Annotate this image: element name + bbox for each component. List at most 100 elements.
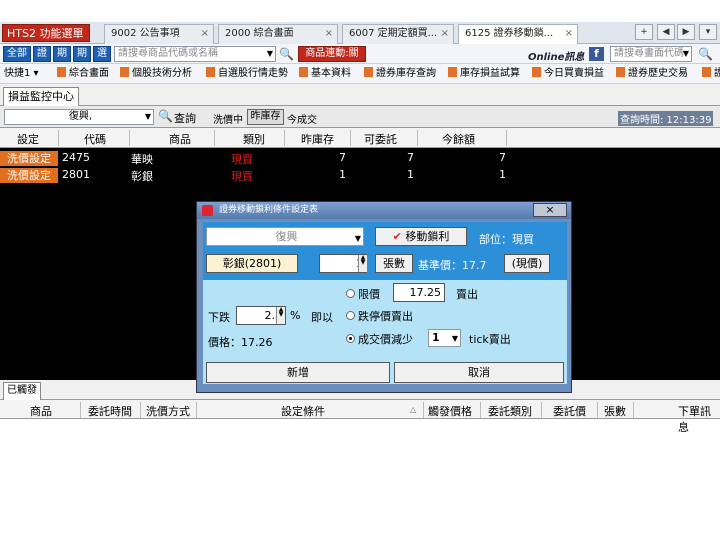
col-header: 張數: [604, 405, 626, 418]
quick-link[interactable]: 基本資料: [299, 67, 351, 81]
account-value: 復興,: [68, 111, 93, 122]
window-controls: + ◀ ▶ ▾: [625, 24, 720, 42]
tab-6125[interactable]: 6125 證券移動鎖... ×: [458, 24, 578, 44]
quick-link[interactable]: 證券庫存查詢: [364, 67, 436, 81]
col-header: 可委託: [364, 133, 397, 146]
quick-link[interactable]: 庫存損益試算: [448, 67, 520, 81]
chevron-down-icon[interactable]: ▼: [355, 230, 361, 245]
close-icon[interactable]: ×: [533, 203, 567, 217]
label: 證券歷史交易: [628, 68, 688, 79]
col-header: 商品: [30, 405, 52, 418]
current-price-button[interactable]: (現價): [504, 254, 550, 273]
col-header: 代碼: [84, 133, 106, 146]
limit-price-radio[interactable]: [346, 289, 355, 298]
tab-triggered[interactable]: 已觸發: [3, 382, 41, 400]
flag-icon: [299, 67, 308, 77]
product-link-button[interactable]: 商品連動:關: [298, 46, 366, 62]
col-header: 設定: [17, 133, 39, 146]
chevron-down-icon[interactable]: ▼: [267, 47, 273, 61]
label: 快捷1: [4, 68, 31, 79]
scroll-right-icon[interactable]: ▶: [677, 24, 695, 40]
futures-button[interactable]: 期: [53, 46, 71, 62]
tab-2000[interactable]: 2000 綜合畫面 ×: [218, 24, 338, 44]
tick-value: 1: [432, 331, 440, 344]
cancel-button[interactable]: 取消: [394, 362, 564, 383]
online-message-label[interactable]: Online訊息: [528, 48, 584, 63]
chevron-down-icon[interactable]: ▼: [452, 331, 458, 346]
close-icon[interactable]: ×: [565, 25, 573, 43]
product-search-input[interactable]: 請搜尋商品代碼或名稱 ▼: [114, 46, 276, 62]
col-header: 委託時間: [88, 405, 132, 418]
flag-icon: [206, 67, 215, 77]
col-divider: [129, 130, 130, 146]
tick-sell-label: tick賣出: [469, 333, 511, 346]
quick-link[interactable]: 證券歷史交易: [616, 67, 688, 81]
table-row[interactable]: 洗價設定 2801 彰銀 現買 1 1 1: [0, 167, 720, 184]
col-divider: [480, 402, 481, 418]
quick-link-bar: 快捷1 ▾ 綜合畫面 個股技術分析 自選股行情走勢 基本資料 證券庫存查詢 庫存…: [0, 64, 720, 84]
col-divider: [597, 402, 598, 418]
move-lock-profit-button[interactable]: ✔ 移動鎖利: [375, 227, 467, 246]
scroll-left-icon[interactable]: ◀: [657, 24, 675, 40]
col-divider: [417, 130, 418, 146]
label: 基本資料: [311, 68, 351, 79]
table-row[interactable]: 洗價設定 2475 華映 現買 7 7 7: [0, 150, 720, 167]
close-icon[interactable]: ×: [201, 25, 209, 43]
screen-search-input[interactable]: 請搜尋畫面代碼 ▼: [610, 46, 692, 62]
main-toolbar: 全部 證 期 期 選 請搜尋商品代碼或名稱 ▼ 🔍 商品連動:關 Online訊息…: [0, 44, 720, 64]
tab-6007[interactable]: 6007 定期定額買... ×: [342, 24, 454, 44]
stepper-arrows-icon[interactable]: ▲ ▼: [358, 255, 367, 272]
facebook-icon[interactable]: f: [589, 47, 604, 61]
search-icon[interactable]: 🔍: [698, 47, 713, 61]
pricing-settings-button[interactable]: 洗價設定: [0, 151, 58, 166]
pricing-settings-button[interactable]: 洗價設定: [0, 168, 58, 183]
stock-button[interactable]: 彰銀(2801): [206, 254, 298, 273]
cell-avail: 7: [407, 151, 414, 164]
close-icon[interactable]: ×: [325, 25, 333, 43]
cell-prev: 7: [339, 151, 346, 164]
chevron-down-icon[interactable]: ▼: [683, 47, 689, 61]
col-divider: [633, 402, 634, 418]
dialog-title-bar[interactable]: 證券移動鎖利條件設定表: [197, 202, 571, 219]
col-header: 類別: [243, 133, 265, 146]
close-icon[interactable]: ×: [441, 25, 449, 43]
filter-today-trade[interactable]: 今成交: [287, 111, 317, 126]
position-label: 部位：現買: [479, 233, 534, 246]
options-button[interactable]: 期: [73, 46, 91, 62]
col-divider: [541, 402, 542, 418]
sort-icon[interactable]: △: [410, 405, 416, 414]
query-button[interactable]: 查詢: [174, 110, 196, 126]
quick-link[interactable]: 個股技術分析: [120, 67, 192, 81]
tab-9002[interactable]: 9002 公告事項 ×: [104, 24, 214, 44]
function-menu-button[interactable]: HTS2 功能選單 ▾: [2, 24, 90, 58]
quick-link[interactable]: 今日買賣損益: [532, 67, 604, 81]
add-tab-icon[interactable]: +: [635, 24, 653, 40]
trade-price-radio[interactable]: [346, 334, 355, 343]
all-button[interactable]: 全部: [3, 46, 31, 62]
col-header: 今餘額: [442, 133, 475, 146]
tick-select[interactable]: 1 ▼: [428, 329, 461, 347]
filter-prev-stock[interactable]: 昨庫存: [247, 109, 284, 125]
stepper-arrows-icon[interactable]: ▲ ▼: [276, 307, 285, 324]
quick1-dropdown[interactable]: 快捷1 ▾: [4, 67, 39, 81]
filter-pricing[interactable]: 洗價中: [213, 111, 243, 126]
account-select[interactable]: 復興, ▼: [4, 109, 154, 125]
securities-button[interactable]: 證: [33, 46, 51, 62]
select-button[interactable]: 選: [93, 46, 111, 62]
cell-name: 華映: [131, 153, 153, 166]
chevron-down-icon[interactable]: ▼: [145, 110, 151, 124]
quick-link[interactable]: 證: [702, 67, 720, 81]
check-icon: ✔: [392, 230, 402, 243]
search-icon[interactable]: 🔍: [279, 47, 294, 61]
unit-button[interactable]: 張數: [375, 254, 413, 273]
col-header: 設定條件: [281, 405, 325, 418]
add-button[interactable]: 新增: [206, 362, 390, 383]
tab-profit-monitor[interactable]: 損益監控中心: [3, 87, 79, 106]
dialog-account-select[interactable]: 復興 ▼: [206, 227, 364, 246]
search-icon[interactable]: 🔍: [158, 109, 173, 123]
limit-down-radio[interactable]: [346, 311, 355, 320]
limit-price-input[interactable]: 17.25: [393, 283, 445, 302]
menu-icon[interactable]: ▾: [699, 24, 717, 40]
quick-link[interactable]: 自選股行情走勢: [206, 67, 288, 81]
quick-link[interactable]: 綜合畫面: [57, 67, 109, 81]
